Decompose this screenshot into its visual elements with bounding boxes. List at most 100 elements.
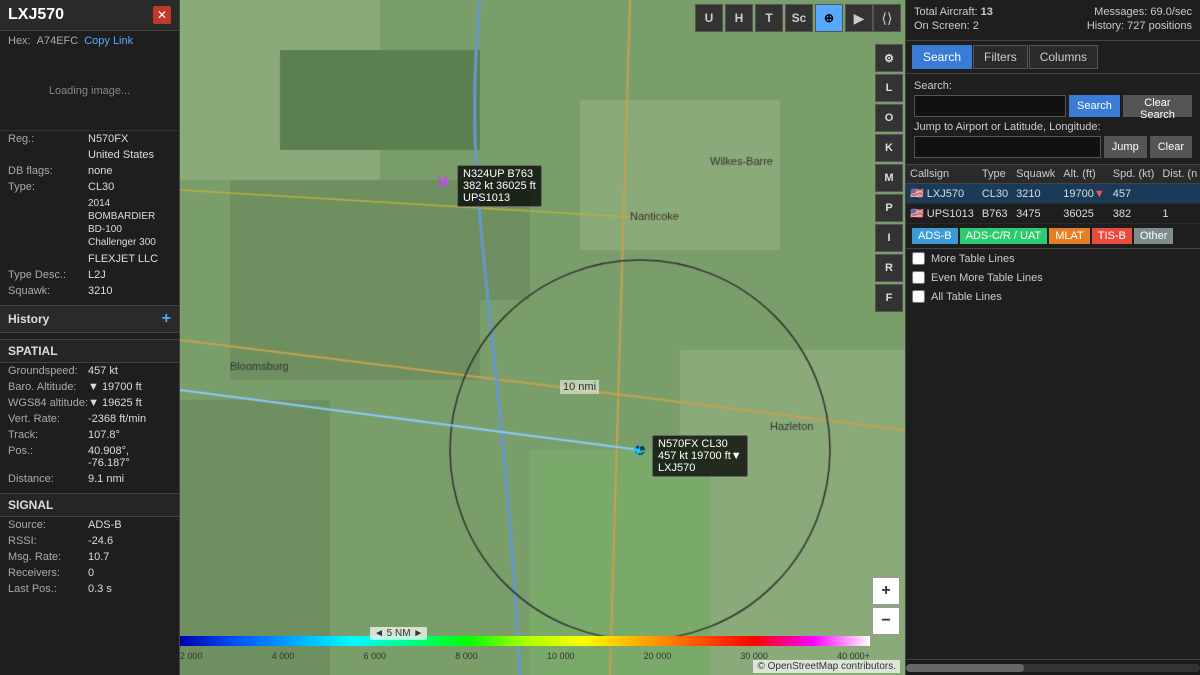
ups1013-tooltip-line3: UPS1013: [463, 192, 536, 204]
stats-row-2: On Screen: 2 History: 727 positions: [914, 20, 1192, 32]
spatial-section-header: SPATIAL: [0, 339, 179, 363]
all-table-lines-checkbox[interactable]: [912, 290, 925, 303]
clear-search-button[interactable]: Clear Search: [1123, 95, 1192, 117]
jump-label: Jump to Airport or Latitude, Longitude:: [914, 121, 1192, 133]
messages-per-sec: Messages: 69.0/sec: [1094, 6, 1192, 18]
close-button[interactable]: ✕: [153, 6, 171, 24]
col-alt: Alt. (ft): [1059, 165, 1108, 184]
jump-row: Jump Clear: [914, 136, 1192, 158]
cell-type: CL30: [978, 184, 1012, 204]
history-label: History: [8, 312, 49, 326]
cell-alt: 19700▼: [1059, 184, 1108, 204]
cell-spd: 382: [1109, 204, 1159, 224]
search-input[interactable]: [914, 95, 1066, 117]
wgs84-alt-row: WGS84 altitude: ▼ 19625 ft: [0, 395, 179, 411]
u-button[interactable]: U: [695, 4, 723, 32]
copy-link[interactable]: Copy Link: [84, 35, 133, 47]
side-btn-f[interactable]: F: [875, 284, 903, 312]
search-button[interactable]: Search: [1069, 95, 1120, 117]
pos-value: 40.908°, -76.187°: [88, 445, 171, 469]
nav-forward-button[interactable]: ▶: [845, 4, 873, 32]
more-table-lines-checkbox[interactable]: [912, 252, 925, 265]
total-aircraft: Total Aircraft: 13: [914, 6, 993, 18]
side-btn-i[interactable]: I: [875, 224, 903, 252]
cell-squawk: 3210: [1012, 184, 1059, 204]
lxj570-tooltip-line3: LXJ570: [658, 462, 742, 474]
sc-button[interactable]: Sc: [785, 4, 813, 32]
cell-dist: [1158, 184, 1200, 204]
add-history-button[interactable]: +: [162, 310, 171, 328]
map-area[interactable]: U H T Sc ⊕ ▶ ⟨⟩ ⚙ L O K M P I R F ✈ N324…: [180, 0, 905, 675]
vert-rate-value: -2368 ft/min: [88, 413, 146, 425]
baro-alt-label: Baro. Altitude:: [8, 381, 88, 393]
country-row: United States: [0, 147, 179, 163]
left-panel: LXJ570 ✕ Hex: A74EFC Copy Link Loading i…: [0, 0, 180, 675]
aircraft-marker-ups1013[interactable]: ✈ N324UP B763 382 kt 36025 ft UPS1013: [435, 170, 452, 195]
operator-value: FLEXJET LLC: [88, 253, 158, 265]
table-row[interactable]: 🇺🇸 LXJ570 CL30 3210 19700▼ 457: [906, 184, 1200, 204]
side-btn-m[interactable]: M: [875, 164, 903, 192]
aircraft-marker-lxj570[interactable]: ✈ N570FX CL30 457 kt 19700 ft▼ LXJ570: [630, 440, 645, 461]
source-label: Source:: [8, 519, 88, 531]
type-value: CL30: [88, 181, 114, 193]
table-row[interactable]: 🇺🇸 UPS1013 B763 3475 36025 382 1: [906, 204, 1200, 224]
search-section: Search: Search Clear Search Jump to Airp…: [906, 74, 1200, 165]
h-button[interactable]: H: [725, 4, 753, 32]
lastpos-value: 0.3 s: [88, 583, 112, 595]
table-scrollbar[interactable]: [906, 659, 1200, 675]
type-full-label: [8, 197, 88, 249]
side-btn-r[interactable]: R: [875, 254, 903, 282]
cell-callsign: 🇺🇸 UPS1013: [906, 204, 978, 224]
side-btn-l[interactable]: L: [875, 74, 903, 102]
dbflags-value: none: [88, 165, 112, 177]
map-top-bar: U H T Sc ⊕ ▶ ⟨⟩: [180, 0, 905, 36]
legend-tisb[interactable]: TIS-B: [1092, 228, 1132, 244]
track-value: 107.8°: [88, 429, 120, 441]
jump-input[interactable]: [914, 136, 1101, 158]
receivers-label: Receivers:: [8, 567, 88, 579]
type-full-row: 2014 BOMBARDIER BD-100 Challenger 300: [0, 195, 179, 251]
ups1013-tooltip-line2: 382 kt 36025 ft: [463, 180, 536, 192]
cell-spd: 457: [1109, 184, 1159, 204]
typedesc-label: Type Desc.:: [8, 269, 88, 281]
legend-other[interactable]: Other: [1134, 228, 1174, 244]
jump-button[interactable]: Jump: [1104, 136, 1147, 158]
tab-search[interactable]: Search: [912, 45, 972, 69]
side-btn-gear[interactable]: ⚙: [875, 44, 903, 72]
even-more-table-lines-checkbox[interactable]: [912, 271, 925, 284]
col-dist: Dist. (n: [1158, 165, 1200, 184]
range-ring-label: 10 nmi: [560, 380, 599, 394]
legend-adsb[interactable]: ADS-B: [912, 228, 958, 244]
aircraft-header: LXJ570 ✕: [0, 0, 179, 31]
receivers-value: 0: [88, 567, 94, 579]
msgrate-row: Msg. Rate: 10.7: [0, 549, 179, 565]
tab-filters[interactable]: Filters: [973, 45, 1028, 69]
even-more-table-lines-label: Even More Table Lines: [931, 272, 1043, 284]
hex-label: Hex:: [8, 35, 31, 47]
reg-value: N570FX: [88, 133, 128, 145]
groundspeed-row: Groundspeed: 457 kt: [0, 363, 179, 379]
hex-value: A74EFC: [37, 35, 79, 47]
layers-button[interactable]: ⊕: [815, 4, 843, 32]
country-label: [8, 149, 88, 161]
all-table-lines-row: All Table Lines: [906, 287, 1200, 306]
cell-type: B763: [978, 204, 1012, 224]
source-row: Source: ADS-B: [0, 517, 179, 533]
track-row: Track: 107.8°: [0, 427, 179, 443]
rssi-row: RSSI: -24.6: [0, 533, 179, 549]
t-button[interactable]: T: [755, 4, 783, 32]
all-table-lines-label: All Table Lines: [931, 291, 1002, 303]
more-table-lines-label: More Table Lines: [931, 253, 1015, 265]
distance-label: Distance:: [8, 473, 88, 485]
squawk-value: 3210: [88, 285, 112, 297]
col-spd: Spd. (kt): [1109, 165, 1159, 184]
side-btn-k[interactable]: K: [875, 134, 903, 162]
clear-button[interactable]: Clear: [1150, 136, 1192, 158]
side-btn-o[interactable]: O: [875, 104, 903, 132]
col-type: Type: [978, 165, 1012, 184]
legend-mlat[interactable]: MLAT: [1049, 228, 1090, 244]
side-btn-p[interactable]: P: [875, 194, 903, 222]
lxj570-tooltip-line2: 457 kt 19700 ft▼: [658, 450, 742, 462]
legend-adscr[interactable]: ADS-C/R / UAT: [960, 228, 1048, 244]
tab-columns[interactable]: Columns: [1029, 45, 1098, 69]
